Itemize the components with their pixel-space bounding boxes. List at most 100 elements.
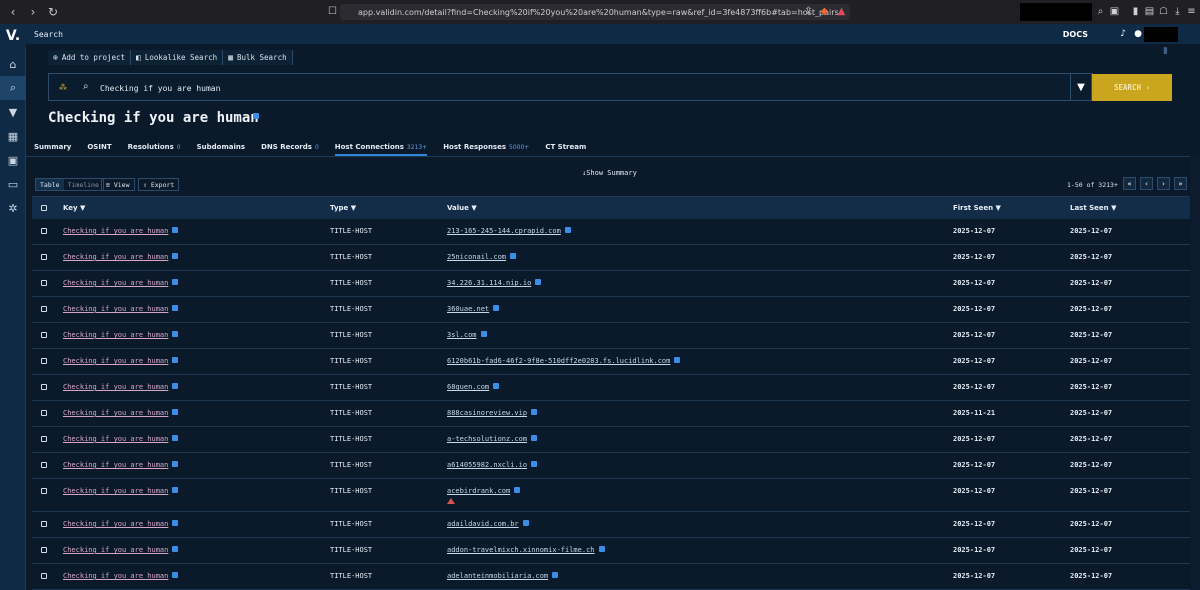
row-checkbox[interactable] [41,410,47,416]
row-checkbox[interactable] [41,547,47,553]
reload-icon[interactable]: ↻ [46,5,60,19]
bookmark-icon[interactable]: ▮ [1163,46,1168,56]
extension-icon[interactable]: ☖ [1158,6,1169,17]
table-row[interactable]: Checking if you are human TITLE-HOST addon… [32,538,1190,564]
copy-icon[interactable] [172,546,179,552]
book-icon[interactable]: ▣ [0,148,26,172]
key-link[interactable]: Checking if you are human [63,572,168,580]
copy-icon[interactable] [172,409,179,415]
copy-icon[interactable] [253,113,259,119]
export-button[interactable]: ⇪ Export [138,178,180,191]
value-link[interactable]: 34.226.31.114.nip.io [447,279,531,287]
menu-icon[interactable]: ≡ [1186,6,1197,17]
copy-icon[interactable] [172,279,179,285]
scrollbar[interactable] [1191,157,1200,590]
bookmark-icon[interactable]: ☐ [327,6,338,17]
value-link[interactable]: adaildavid.com.br [447,520,519,528]
filter-icon[interactable]: ▼ [0,100,26,124]
value-link[interactable]: 3sl.com [447,331,477,339]
copy-icon[interactable] [172,305,179,311]
copy-icon[interactable] [172,435,179,441]
row-checkbox[interactable] [41,332,47,338]
dashboard-icon[interactable]: ▦ [0,124,26,148]
table-row[interactable]: Checking if you are human TITLE-HOST acebi… [32,479,1190,512]
docs-link[interactable]: DOCS [1063,30,1088,39]
view-button[interactable]: ≡ View [101,178,135,191]
user-icon[interactable]: ● [1134,29,1142,39]
tab-resolutions[interactable]: Resolutions 0 [128,140,181,156]
copy-icon[interactable] [172,487,179,493]
key-link[interactable]: Checking if you are human [63,520,168,528]
extension-icon[interactable]: ⌕ [1095,6,1106,17]
copy-icon[interactable] [531,435,538,441]
row-checkbox[interactable] [41,280,47,286]
app-logo[interactable]: V. [0,24,26,48]
table-row[interactable]: Checking if you are human TITLE-HOST a-tec… [32,427,1190,453]
key-link[interactable]: Checking if you are human [63,461,168,469]
copy-icon[interactable] [674,357,681,363]
value-link[interactable]: acebirdrank.com [447,487,510,495]
key-link[interactable]: Checking if you are human [63,383,168,391]
search-icon[interactable]: ⌕ [0,76,26,100]
table-row[interactable]: Checking if you are human TITLE-HOST 68que… [32,375,1190,401]
add-to-project-button[interactable]: ⊕ Add to project [48,50,132,65]
key-link[interactable]: Checking if you are human [63,331,168,339]
select-all-checkbox[interactable] [41,205,47,211]
value-link[interactable]: 68quen.com [447,383,489,391]
key-link[interactable]: Checking if you are human [63,409,168,417]
extension-icon[interactable]: ▤ [1144,6,1155,17]
copy-icon[interactable] [535,279,542,285]
copy-icon[interactable] [172,357,179,363]
copy-icon[interactable] [172,227,179,233]
copy-icon[interactable] [514,487,521,493]
column-header-type[interactable]: Type ▼ [330,204,356,212]
value-link[interactable]: 888casinoreview.vip [447,409,527,417]
copy-icon[interactable] [480,331,487,337]
table-row[interactable]: Checking if you are human TITLE-HOST 34.22… [32,271,1190,297]
tab-ct-stream[interactable]: CT Stream [545,140,586,156]
key-link[interactable]: Checking if you are human [63,546,168,554]
key-link[interactable]: Checking if you are human [63,279,168,287]
value-link[interactable]: 360uae.net [447,305,489,313]
table-row[interactable]: Checking if you are human TITLE-HOST adela… [32,564,1190,590]
copy-icon[interactable] [522,520,529,526]
table-row[interactable]: Checking if you are human TITLE-HOST 6120b… [32,349,1190,375]
sidebar-toggle-icon[interactable]: ▮ [1130,6,1141,17]
value-link[interactable]: 6120b61b-fad6-46f2-9f8e-510dff2e0283.fs.… [447,357,670,365]
row-checkbox[interactable] [41,384,47,390]
address-bar[interactable]: app.validin.com/detail?find=Checking%20i… [340,4,850,20]
row-checkbox[interactable] [41,488,47,494]
extension-icon[interactable]: ▣ [1109,6,1120,17]
row-checkbox[interactable] [41,358,47,364]
brave-rewards-icon[interactable]: ▲ [836,6,847,17]
search-input[interactable] [100,81,900,95]
table-row[interactable]: Checking if you are human TITLE-HOST 3sl.c… [32,323,1190,349]
copy-icon[interactable] [493,305,500,311]
copy-icon[interactable] [552,572,559,578]
table-row[interactable]: Checking if you are human TITLE-HOST a6140… [32,453,1190,479]
card-icon[interactable]: ▭ [0,172,26,196]
value-link[interactable]: a-techsolutionz.com [447,435,527,443]
copy-icon[interactable] [172,331,179,337]
timeline-view-button[interactable]: Timeline [63,179,103,190]
column-header-value[interactable]: Value ▼ [447,204,477,212]
copy-icon[interactable] [510,253,517,259]
copy-icon[interactable] [172,572,179,578]
brave-shield-icon[interactable]: ◆ [819,6,830,17]
copy-icon[interactable] [531,461,538,467]
bulk-search-button[interactable]: ▦ Bulk Search [223,50,293,65]
download-icon[interactable]: ⤓ [1172,6,1183,17]
share-icon[interactable]: ⇪ [803,6,814,17]
column-header-last-seen[interactable]: Last Seen ▼ [1070,204,1116,212]
lookalike-search-button[interactable]: ◧ Lookalike Search [131,50,224,65]
key-link[interactable]: Checking if you are human [63,487,168,495]
previous-page-button[interactable]: ‹ [1140,177,1153,190]
tab-summary[interactable]: Summary [34,140,71,156]
row-checkbox[interactable] [41,436,47,442]
key-link[interactable]: Checking if you are human [63,253,168,261]
tab-host-responses[interactable]: Host Responses 5000+ [443,140,529,156]
value-link[interactable]: a614055982.nxcli.io [447,461,527,469]
copy-icon[interactable] [172,461,179,467]
table-row[interactable]: Checking if you are human TITLE-HOST 25nic… [32,245,1190,271]
row-checkbox[interactable] [41,306,47,312]
